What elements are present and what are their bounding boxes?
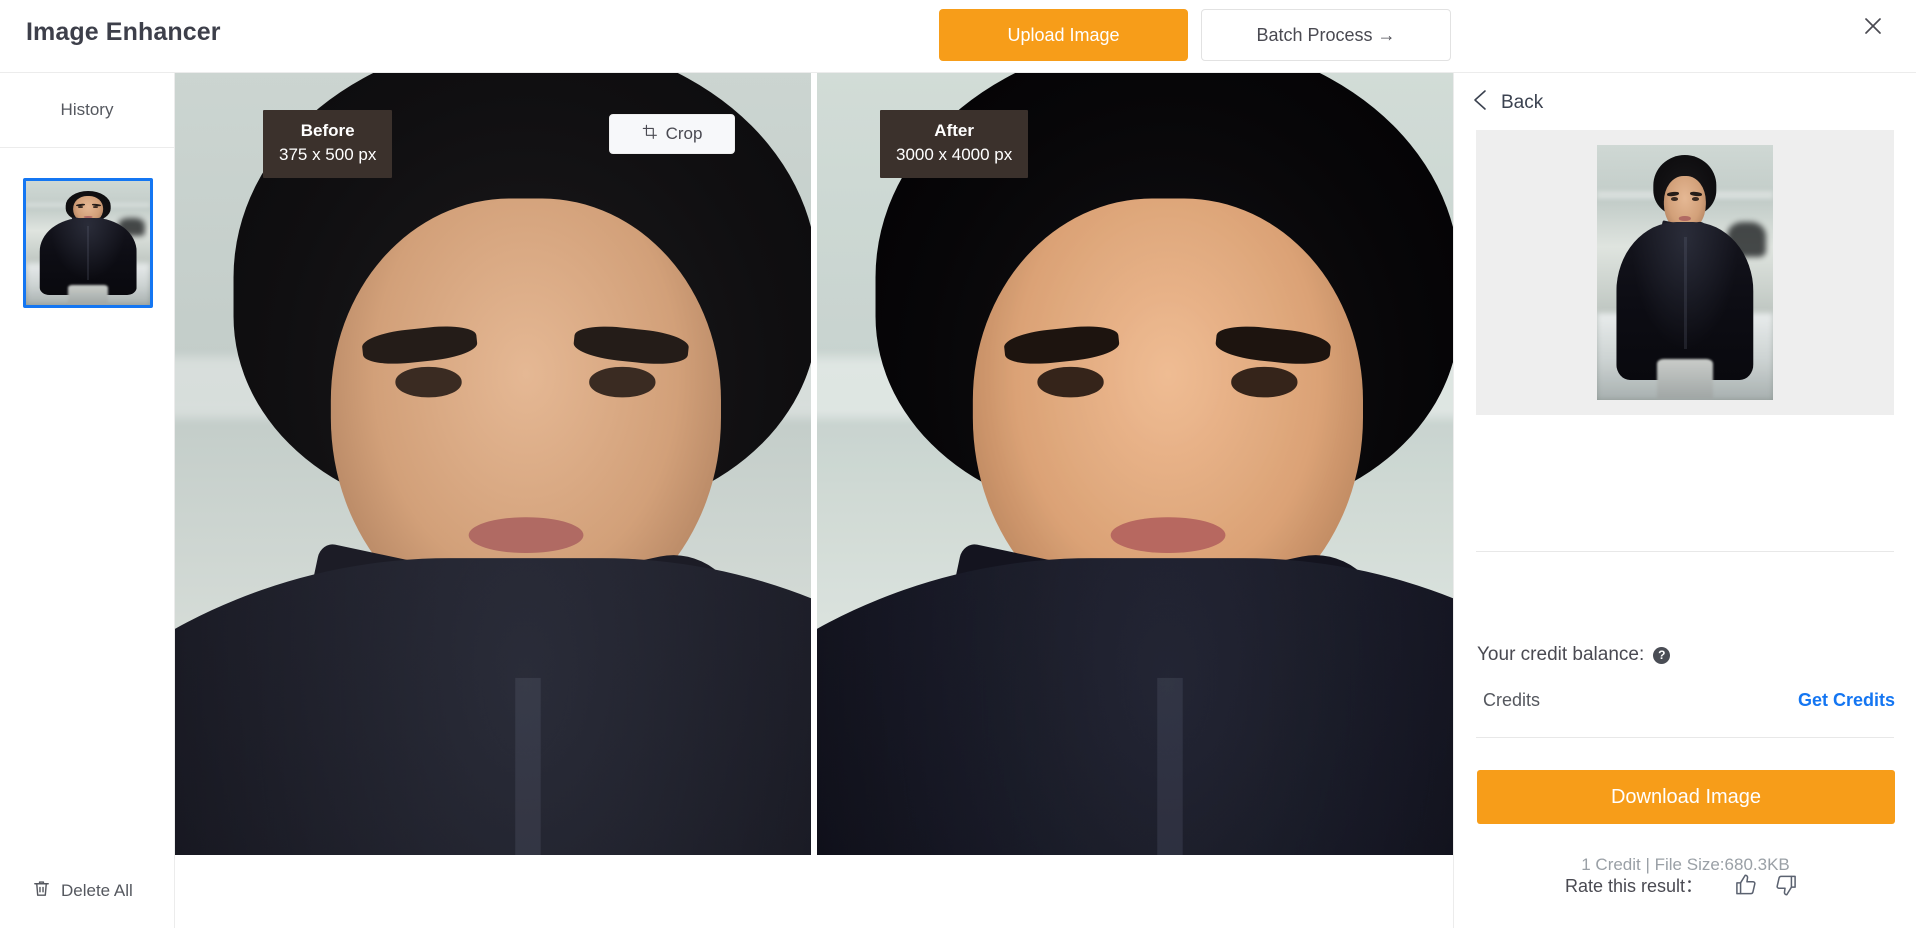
image-enhancer-app: Image Enhancer Upload Image Batch Proces… [0,0,1916,928]
upload-image-button[interactable]: Upload Image [939,9,1188,61]
rate-result-row: Rate this result： [1565,872,1799,898]
download-image-button[interactable]: Download Image [1477,770,1895,824]
after-image-pane[interactable] [817,73,1453,855]
thumbs-down-icon[interactable] [1773,872,1799,898]
rate-label: Rate this result： [1565,876,1704,896]
credit-balance-label: Your credit balance: ? [1477,644,1671,666]
back-label: Back [1501,92,1544,113]
batch-process-button[interactable]: Batch Process → [1201,9,1451,61]
comparison-canvas: Before 375 x 500 px After 3000 x 4000 px… [175,73,1453,928]
thumbnail-image [26,181,150,305]
result-preview-image [1597,145,1773,400]
chevron-left-icon [1473,89,1487,117]
after-badge: After 3000 x 4000 px [880,110,1029,179]
trash-icon [32,879,51,903]
divider [1476,551,1894,552]
history-sidebar: History Delete All [0,73,175,928]
after-label: After [934,121,974,140]
sidebar-title: History [0,73,174,148]
crop-label: Crop [665,124,703,143]
thumbs-up-icon[interactable] [1733,872,1759,898]
credit-balance-row: Credits Get Credits [1477,690,1895,711]
before-badge: Before 375 x 500 px [263,110,393,179]
app-header: Image Enhancer Upload Image Batch Proces… [0,0,1916,73]
question-mark-icon[interactable]: ? [1653,646,1671,664]
credits-label: Credits [1483,690,1541,710]
before-label: Before [300,121,355,140]
result-preview[interactable] [1476,130,1894,415]
credit-balance-text: Your credit balance: [1477,644,1645,665]
delete-all-button[interactable]: Delete All [32,879,133,903]
delete-all-label: Delete All [61,881,133,900]
get-credits-link[interactable]: Get Credits [1798,690,1895,711]
result-panel: Back Your credit balance: ? Credits Get … [1453,73,1916,928]
crop-icon [642,124,658,145]
close-icon[interactable] [1855,8,1891,44]
crop-button[interactable]: Crop [609,114,735,154]
before-image-pane[interactable] [175,73,811,855]
before-image [175,73,811,855]
after-dimensions: 3000 x 4000 px [896,145,1013,165]
page-title: Image Enhancer [26,18,221,46]
divider [1476,737,1894,738]
before-dimensions: 375 x 500 px [279,145,377,165]
after-image [817,73,1453,855]
back-button[interactable]: Back [1473,89,1543,117]
list-item[interactable] [23,178,153,308]
